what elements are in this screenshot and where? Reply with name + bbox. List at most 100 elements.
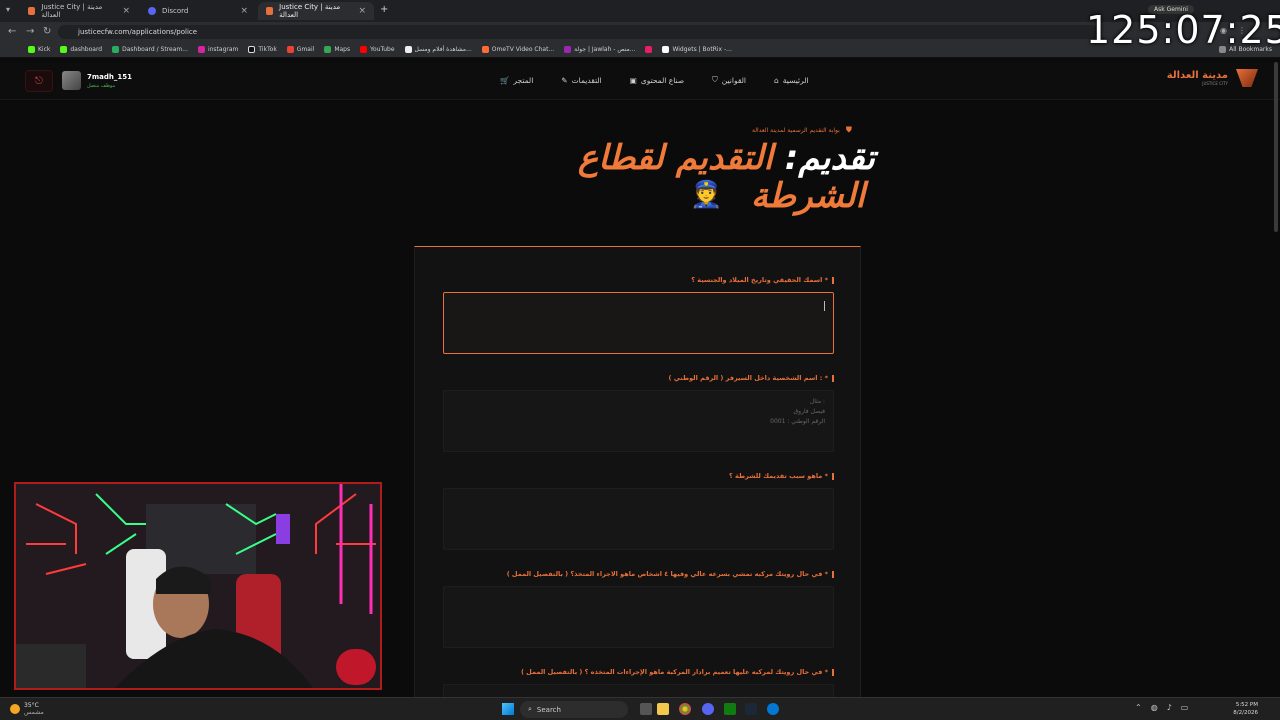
nav-label: المتجر bbox=[513, 75, 534, 85]
answer-textarea[interactable] bbox=[443, 488, 834, 550]
bookmark-item[interactable] bbox=[645, 46, 653, 53]
webcam-overlay bbox=[14, 482, 382, 690]
answer-textarea[interactable] bbox=[443, 586, 834, 648]
close-icon[interactable]: × bbox=[240, 6, 248, 16]
username: 7madh_151 bbox=[87, 73, 132, 81]
site-favicon-icon bbox=[28, 7, 36, 15]
bookmark-item[interactable]: YouTube bbox=[360, 46, 395, 53]
discord-icon[interactable] bbox=[702, 703, 714, 715]
url-input[interactable]: justicecfw.com/applications/police bbox=[58, 25, 1098, 39]
windows-taskbar: 35°C مشمس ⌕ Search ⌃ ◍ ♪ ▭ 5:52 PM 8/2/2… bbox=[0, 697, 1280, 720]
nav-content-creators[interactable]: ▣ صناع المحتوى bbox=[630, 75, 684, 85]
logout-button[interactable]: ⎋ bbox=[25, 70, 53, 92]
bookmark-label: instagram bbox=[207, 46, 239, 53]
answer-textarea[interactable]: مثال : فيصل فاروق الرقم الوطني : 0001 bbox=[443, 390, 834, 452]
page-scrollbar[interactable] bbox=[1274, 62, 1278, 232]
bookmark-item[interactable]: OmeTV Video Chat... bbox=[481, 46, 554, 53]
tab-title: Discord bbox=[162, 7, 189, 15]
main-nav: 🛒 المتجر ✎ التقديمات ▣ صناع المحتوى ⛉ القوان… bbox=[500, 75, 809, 85]
portal-tag: بوابة التقديم الرسمية لمدينة العدالة ⛊ bbox=[752, 125, 852, 135]
botrix-icon bbox=[662, 46, 670, 53]
bookmark-label: TikTok bbox=[258, 46, 277, 53]
nav-rules[interactable]: ⛉ القوانين bbox=[712, 75, 746, 85]
sun-icon bbox=[10, 704, 20, 714]
brand-name: مدينة العدالة bbox=[1166, 70, 1228, 81]
clock-date: 8/2/2026 bbox=[1233, 710, 1258, 716]
question-label: اسم الشخصية داخل السيرفر ( الرقم الوطني … bbox=[669, 374, 835, 382]
bookmark-item[interactable]: Kick bbox=[28, 46, 50, 53]
maps-icon bbox=[324, 46, 332, 53]
bookmark-item[interactable]: TikTok bbox=[248, 46, 277, 53]
edge-icon[interactable] bbox=[767, 703, 779, 715]
search-icon: ⌕ bbox=[528, 705, 532, 713]
stream-timer: 125:07:25 bbox=[1086, 8, 1280, 52]
tab-search-icon[interactable]: ▾ bbox=[6, 5, 10, 14]
bookmark-label: Kick bbox=[38, 46, 51, 53]
back-icon[interactable]: ← bbox=[8, 26, 16, 37]
bookmark-item[interactable]: مشاهدة أفلام ومسل... bbox=[404, 46, 472, 53]
bookmark-item[interactable]: instagram bbox=[197, 46, 239, 53]
close-icon[interactable]: × bbox=[358, 6, 366, 16]
ometv-icon bbox=[481, 46, 489, 53]
tiktok-icon bbox=[248, 46, 256, 53]
nav-store[interactable]: 🛒 المتجر bbox=[500, 75, 533, 85]
home-icon: ⌂ bbox=[773, 75, 779, 85]
site-favicon-icon bbox=[266, 7, 274, 15]
windows-start-icon[interactable] bbox=[502, 703, 514, 715]
nav-label: التقديمات bbox=[571, 75, 602, 85]
bookmark-item[interactable]: dashboard bbox=[60, 46, 102, 53]
instagram-icon bbox=[197, 46, 205, 53]
new-tab-icon[interactable]: + bbox=[380, 4, 388, 15]
file-explorer-icon[interactable] bbox=[657, 703, 669, 715]
site-brand[interactable]: مدينة العدالة JUSTICE CITY bbox=[1167, 69, 1258, 87]
reload-icon[interactable]: ↻ bbox=[43, 26, 51, 37]
browser-tab[interactable]: Discord × bbox=[140, 2, 256, 20]
browser-tab-active[interactable]: Justice City | مدينة العدالة × bbox=[258, 2, 374, 20]
brand-logo bbox=[1236, 69, 1258, 87]
page-title-line2: الشرطة bbox=[750, 176, 865, 216]
weather-temp: 35°C bbox=[24, 702, 39, 709]
browser-tab[interactable]: Justice City | مدينة العدالة × bbox=[20, 2, 138, 20]
weather-widget[interactable]: 35°C مشمس bbox=[10, 702, 44, 716]
battery-icon[interactable]: ▭ bbox=[1181, 703, 1189, 712]
bookmark-item[interactable]: جولة | Jawlah - منص... bbox=[564, 46, 635, 53]
question-label: اسمك الحقيقي وتاريخ الميلاد والجنسية ؟ * bbox=[691, 276, 834, 284]
url-text: justicecfw.com/applications/police bbox=[78, 28, 198, 36]
bookmark-label: Widgets | BotRix -... bbox=[672, 46, 732, 53]
text-caret bbox=[824, 301, 825, 311]
kick-icon bbox=[60, 46, 68, 53]
movies-icon bbox=[404, 46, 412, 53]
question-label: ماهو سبب تقديمك للشرطة ؟ * bbox=[729, 472, 834, 480]
network-icon[interactable]: ◍ bbox=[1151, 703, 1158, 712]
volume-icon[interactable]: ♪ bbox=[1167, 703, 1172, 712]
chevron-up-icon[interactable]: ⌃ bbox=[1135, 703, 1142, 712]
taskbar-clock[interactable]: 5:52 PM 8/2/2026 bbox=[1233, 701, 1258, 717]
logout-icon: ⎋ bbox=[35, 75, 43, 87]
page-title: تقديم: التقديم لقطاع bbox=[505, 138, 875, 178]
bookmark-label: Dashboard / Stream... bbox=[122, 46, 188, 53]
task-view-icon[interactable] bbox=[640, 703, 652, 715]
forward-icon[interactable]: → bbox=[26, 26, 34, 37]
bookmark-item[interactable]: Maps bbox=[324, 46, 350, 53]
bookmark-label: YouTube bbox=[370, 46, 395, 53]
steam-icon[interactable] bbox=[745, 703, 757, 715]
close-icon[interactable]: × bbox=[122, 6, 130, 16]
bookmark-item[interactable]: Widgets | BotRix -... bbox=[662, 46, 732, 53]
chrome-icon[interactable] bbox=[679, 703, 691, 715]
answer-textarea[interactable] bbox=[443, 292, 834, 354]
bookmark-label: جولة | Jawlah - منص... bbox=[574, 46, 636, 53]
youtube-icon bbox=[360, 46, 368, 53]
brand-sub: JUSTICE CITY bbox=[1202, 81, 1228, 86]
question-label: في حال رويتك لمركبه عليها تعميم برادار ا… bbox=[521, 668, 834, 676]
nav-applications[interactable]: ✎ التقديمات bbox=[561, 75, 601, 85]
taskbar-search[interactable]: ⌕ Search bbox=[520, 701, 628, 718]
bookmark-label: Maps bbox=[334, 46, 351, 53]
bookmark-item[interactable]: Dashboard / Stream... bbox=[112, 46, 188, 53]
avatar[interactable] bbox=[62, 71, 81, 90]
jawlah-icon bbox=[564, 46, 572, 53]
bookmark-item[interactable]: Gmail bbox=[286, 46, 314, 53]
nav-home[interactable]: ⌂ الرئيسية bbox=[774, 75, 809, 85]
tab-title: Justice City | مدينة العدالة bbox=[279, 3, 341, 19]
xbox-icon[interactable] bbox=[724, 703, 736, 715]
portal-tag-text: بوابة التقديم الرسمية لمدينة العدالة bbox=[752, 126, 840, 134]
